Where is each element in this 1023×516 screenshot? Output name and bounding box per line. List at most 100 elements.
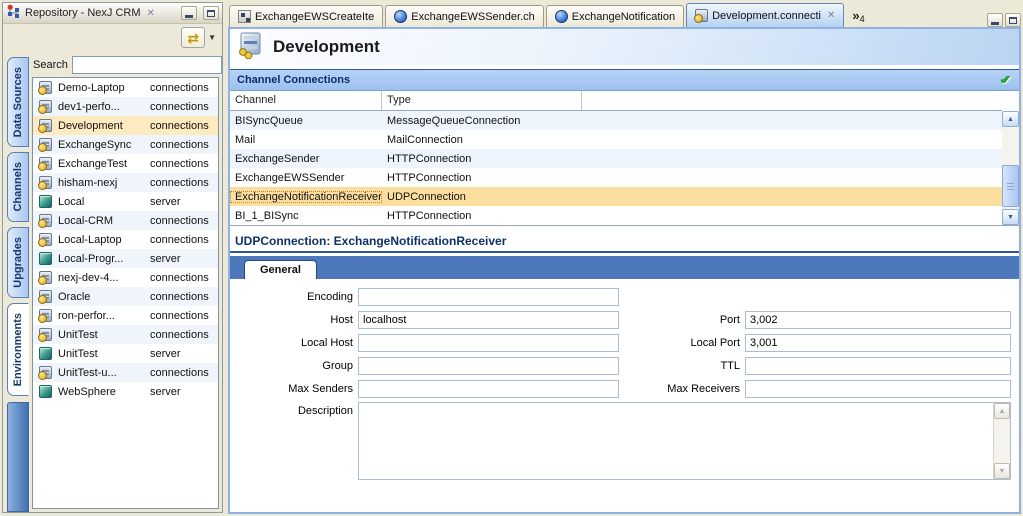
tab-overflow-chevron[interactable]: »4: [852, 8, 864, 23]
side-tab[interactable]: Environments: [7, 303, 29, 396]
field-input[interactable]: [745, 334, 1011, 352]
item-type: connections: [150, 177, 209, 189]
form-row: Local Host Local Port: [230, 331, 1019, 354]
repository-item[interactable]: UnitTest server: [33, 344, 218, 363]
repository-item[interactable]: ron-perfor... connections: [33, 306, 218, 325]
field-label: Encoding: [230, 291, 358, 303]
editor-tab-bar: ExchangeEWSCreateIte ExchangeEWSSender.c…: [228, 2, 1021, 27]
editor-tab-label: ExchangeEWSCreateIte: [255, 11, 374, 23]
down-arrow-icon: ▼: [1007, 214, 1014, 221]
channel-row[interactable]: ExchangeEWSSender HTTPConnection: [230, 168, 1002, 187]
side-tab[interactable]: Channels: [7, 152, 29, 222]
channel-row[interactable]: ExchangeSender HTTPConnection: [230, 149, 1002, 168]
editor-tab[interactable]: ExchangeEWSCreateIte: [229, 5, 383, 27]
view-titlebar: Repository - NexJ CRM ✕: [3, 3, 222, 24]
repository-view: Repository - NexJ CRM ✕ ⇄ ▼ Data Sources: [2, 2, 223, 513]
editor-header: Development: [230, 29, 1019, 65]
channel-row[interactable]: ExchangeNotificationReceiver UDPConnecti…: [230, 187, 1002, 206]
item-type: connections: [150, 120, 209, 132]
scroll-track[interactable]: [994, 419, 1010, 463]
repository-item[interactable]: Local-CRM connections: [33, 211, 218, 230]
item-type: connections: [150, 291, 209, 303]
field-input[interactable]: [358, 288, 619, 306]
field-input[interactable]: [358, 334, 619, 352]
field-input[interactable]: [745, 311, 1011, 329]
channel-row[interactable]: Mail MailConnection: [230, 130, 1002, 149]
field-input[interactable]: [745, 380, 1011, 398]
field-input[interactable]: [358, 357, 619, 375]
tab-general[interactable]: General: [244, 260, 317, 279]
description-label: Description: [230, 402, 358, 417]
editor-content: Development Channel Connections ✔ ✔ Chan…: [228, 27, 1021, 514]
item-icon: [39, 252, 52, 265]
item-type: server: [150, 348, 181, 360]
repository-item[interactable]: Local-Laptop connections: [33, 230, 218, 249]
item-type: connections: [150, 272, 209, 284]
column-header-channel[interactable]: Channel: [230, 91, 382, 110]
field-wrapper: [358, 357, 619, 375]
scroll-up-button[interactable]: ▲: [994, 403, 1010, 419]
description-textarea[interactable]: [359, 403, 993, 479]
repository-item[interactable]: Development connections: [33, 116, 218, 135]
search-input[interactable]: [72, 56, 222, 74]
repository-item[interactable]: ExchangeTest connections: [33, 154, 218, 173]
channel-row[interactable]: BISyncQueue MessageQueueConnection: [230, 111, 1002, 130]
field-wrapper: [358, 334, 619, 352]
side-tab[interactable]: Data Sources: [7, 57, 29, 147]
editor-minimize-button[interactable]: [987, 13, 1003, 27]
form-row-right: Local Port: [619, 334, 1011, 352]
repository-item[interactable]: Local server: [33, 192, 218, 211]
repository-item[interactable]: Demo-Laptop connections: [33, 78, 218, 97]
field-label: Max Senders: [230, 383, 358, 395]
minimize-icon: [991, 22, 999, 25]
search-label: Search: [33, 59, 68, 71]
validation-check-icon: ✔: [1001, 72, 1012, 88]
view-close-icon[interactable]: ✕: [145, 8, 157, 19]
channel-cell: ExchangeNotificationReceiver: [230, 191, 382, 203]
repository-item[interactable]: ExchangeSync connections: [33, 135, 218, 154]
editor-tab[interactable]: ExchangeNotification: [546, 5, 684, 27]
maximize-button[interactable]: [203, 6, 219, 20]
channel-connections-header: Channel Connections ✔ ✔: [230, 69, 1019, 91]
nexj-studio-window: Repository - NexJ CRM ✕ ⇄ ▼ Data Sources: [0, 0, 1023, 516]
item-name: Local-CRM: [58, 215, 150, 227]
side-tab[interactable]: Upgrades: [7, 227, 29, 298]
repository-item[interactable]: WebSphere server: [33, 382, 218, 401]
item-name: ExchangeSync: [58, 139, 150, 151]
item-name: UnitTest: [58, 348, 150, 360]
tab-close-icon[interactable]: ✕: [825, 10, 835, 21]
field-label: Port: [619, 314, 745, 326]
scroll-down-button[interactable]: ▼: [1002, 209, 1019, 225]
channel-cell: Mail: [230, 134, 382, 146]
repository-item[interactable]: dev1-perfo... connections: [33, 97, 218, 116]
item-name: ExchangeTest: [58, 158, 150, 170]
item-icon: [39, 138, 52, 151]
editor-maximize-button[interactable]: [1005, 13, 1021, 27]
field-input[interactable]: [358, 380, 619, 398]
repository-item[interactable]: nexj-dev-4... connections: [33, 268, 218, 287]
scroll-down-button[interactable]: ▼: [994, 463, 1010, 479]
scroll-track[interactable]: [1002, 127, 1019, 209]
editor-tab-label: Development.connecti: [712, 10, 821, 22]
repository-item[interactable]: Local-Progr... server: [33, 249, 218, 268]
item-icon: [39, 290, 52, 303]
editor-tab[interactable]: Development.connecti ✕: [686, 3, 844, 27]
item-icon: [39, 366, 52, 379]
scroll-thumb[interactable]: [1002, 165, 1019, 207]
view-menu-button[interactable]: ▼: [208, 33, 216, 42]
column-header-type[interactable]: Type: [382, 91, 582, 110]
repository-item[interactable]: UnitTest-u... connections: [33, 363, 218, 382]
repository-item[interactable]: hisham-nexj connections: [33, 173, 218, 192]
item-type: connections: [150, 310, 209, 322]
repository-item[interactable]: Oracle connections: [33, 287, 218, 306]
detail-tab-bar: General: [230, 256, 1019, 279]
repository-item[interactable]: UnitTest connections: [33, 325, 218, 344]
channel-table: Channel Type BISyncQueue MessageQueueCon…: [230, 91, 1019, 226]
channel-row[interactable]: BI_1_BISync HTTPConnection: [230, 206, 1002, 225]
scroll-up-button[interactable]: ▲: [1002, 111, 1019, 127]
field-input[interactable]: [358, 311, 619, 329]
minimize-button[interactable]: [181, 6, 197, 20]
field-input[interactable]: [745, 357, 1011, 375]
link-with-editor-button[interactable]: ⇄: [181, 27, 205, 48]
editor-tab[interactable]: ExchangeEWSSender.ch: [385, 5, 544, 27]
